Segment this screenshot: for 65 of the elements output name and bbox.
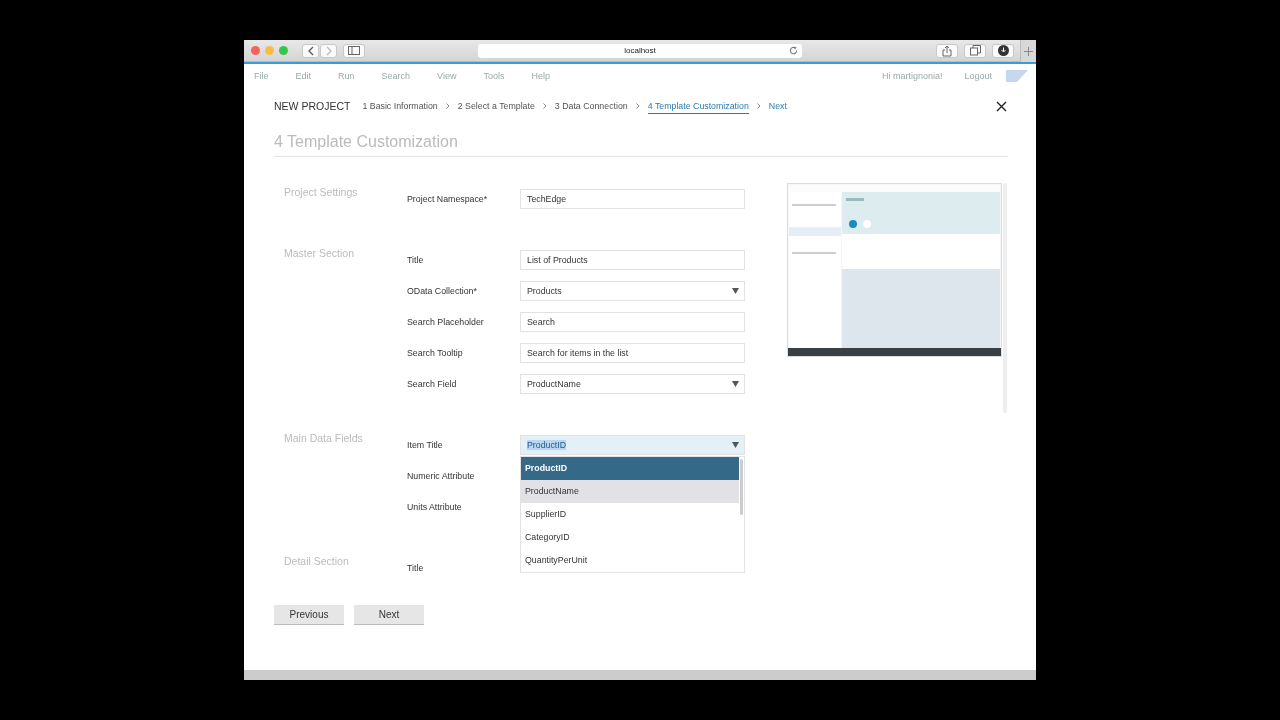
zoom-icon[interactable]: [279, 46, 288, 55]
dropdown-option[interactable]: SupplierID: [521, 502, 739, 526]
field-label: Search Placeholder: [407, 316, 485, 327]
field-label: OData Collection*: [407, 285, 478, 296]
field-label: Title: [407, 254, 425, 265]
text-field[interactable]: Search for items in the list: [520, 342, 745, 363]
dropdown-option[interactable]: QuantityPerUnit: [521, 548, 739, 572]
caret-icon: [732, 287, 739, 294]
dropdown-option[interactable]: ProductName: [521, 479, 739, 503]
download-icon: [997, 45, 1009, 56]
close-icon[interactable]: [251, 46, 260, 55]
chevron-icon: [756, 103, 761, 109]
field-label: Item Title: [407, 439, 444, 450]
wizard-step[interactable]: 3 Data Connection: [554, 98, 628, 114]
wizard-step[interactable]: 2 Select a Template: [457, 98, 535, 114]
wizard-button[interactable]: Previous: [274, 605, 344, 625]
section-title: Main Data Fields: [284, 431, 364, 446]
wizard-button[interactable]: Next: [354, 605, 424, 625]
field-label: Project Namespace*: [407, 193, 489, 204]
sidebar-button[interactable]: [343, 43, 365, 58]
caret-icon: [732, 441, 739, 448]
tabs-icon: [969, 45, 981, 56]
back-icon: [306, 45, 315, 56]
share-button[interactable]: [936, 43, 958, 58]
dropdown-option[interactable]: ProductID: [521, 456, 739, 480]
dropdown-option[interactable]: CategoryID: [521, 525, 739, 549]
dropdown-field[interactable]: ProductID: [520, 434, 745, 455]
new-tab-button[interactable]: [1020, 40, 1036, 62]
scrollbar[interactable]: [740, 458, 743, 515]
close-icon: [996, 100, 1007, 112]
plus-icon: [1024, 46, 1033, 56]
section-title: Master Section: [284, 246, 356, 261]
section-title: Detail Section: [284, 554, 350, 569]
field-label: Units Attribute: [407, 501, 463, 512]
user-greeting: Hi martignonia!: [881, 71, 943, 81]
section-title: Project Settings: [284, 185, 359, 200]
back-button[interactable]: [302, 43, 319, 58]
text-field[interactable]: Search: [520, 311, 745, 332]
wizard-step[interactable]: 1 Basic Information: [362, 98, 438, 114]
dropdown-field[interactable]: Products: [520, 280, 745, 301]
text-field[interactable]: List of Products: [520, 249, 745, 270]
chevron-icon: [445, 103, 450, 109]
caret-icon: [732, 380, 739, 387]
text-field[interactable]: TechEdge: [520, 188, 745, 209]
sidebar-icon: [348, 46, 360, 55]
reload-icon[interactable]: [789, 46, 798, 55]
field-label: Search Field: [407, 378, 458, 389]
chevron-icon: [635, 103, 640, 109]
download-button[interactable]: [992, 43, 1014, 58]
field-label: Title: [407, 562, 425, 573]
field-label: Numeric Attribute: [407, 470, 476, 481]
field-label: Search Tooltip: [407, 347, 464, 358]
wizard-title: NEW PROJECT: [274, 100, 351, 112]
tabs-button[interactable]: [964, 43, 986, 58]
logo-icon: [1006, 70, 1028, 82]
forward-icon: [324, 45, 333, 56]
address-bar[interactable]: localhost: [478, 43, 802, 58]
chevron-icon: [542, 103, 547, 109]
share-icon: [942, 44, 952, 57]
wizard-step[interactable]: 4 Template Customization: [647, 98, 749, 114]
scrollbar[interactable]: [1003, 183, 1007, 413]
close-button[interactable]: [996, 100, 1007, 112]
dropdown-field[interactable]: ProductName: [520, 373, 745, 394]
page-heading: 4 Template Customization: [274, 133, 1008, 157]
next-step-link[interactable]: Next: [768, 98, 787, 114]
